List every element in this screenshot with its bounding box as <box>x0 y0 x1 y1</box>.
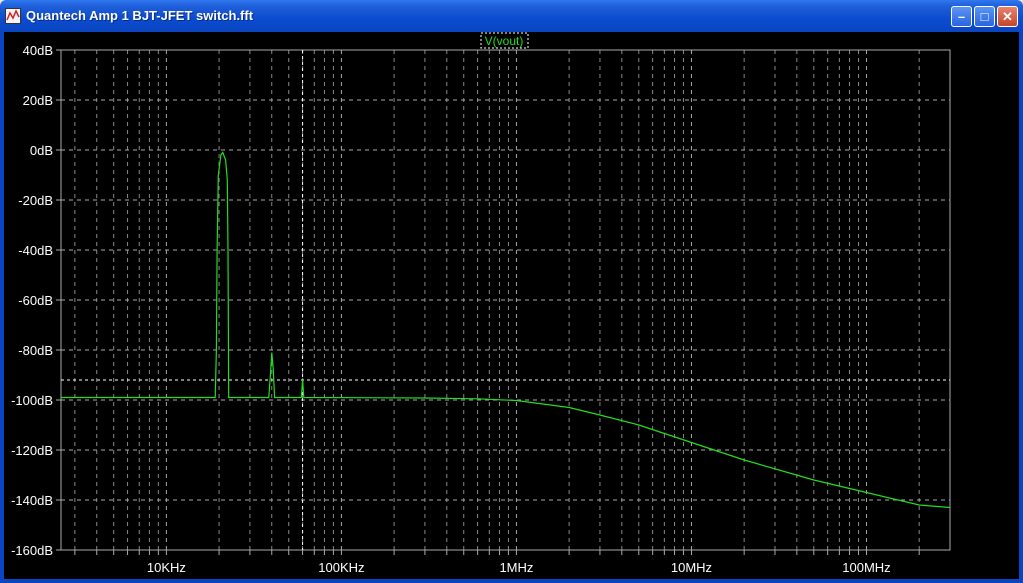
legend[interactable]: V(vout) <box>480 32 529 49</box>
x-tick-label: 10MHz <box>671 560 712 575</box>
y-tick-label: -140dB <box>11 493 53 508</box>
x-tick-label: 100KHz <box>318 560 364 575</box>
y-tick-label: 40dB <box>23 43 53 58</box>
y-tick-label: 20dB <box>23 93 53 108</box>
y-tick-label: -20dB <box>18 193 53 208</box>
x-tick-label: 10KHz <box>147 560 186 575</box>
fft-chart[interactable]: 40dB 20dB 0dB -20dB -40dB -60dB -80dB -100dB -12… <box>0 0 1023 583</box>
y-tick-label: -120dB <box>11 443 53 458</box>
trace-label[interactable]: V(vout) <box>485 34 524 48</box>
x-tick-label: 100MHz <box>842 560 890 575</box>
y-tick-label: -100dB <box>11 393 53 408</box>
y-tick-label: -160dB <box>11 543 53 558</box>
y-tick-label: -60dB <box>18 293 53 308</box>
trace-vout <box>61 151 951 509</box>
tick-labels: 40dB 20dB 0dB -20dB -40dB -60dB -80dB -100dB -12… <box>11 43 891 575</box>
x-tick-label: 1MHz <box>499 560 533 575</box>
grid-lines <box>56 49 951 555</box>
y-tick-label: 0dB <box>30 143 53 158</box>
y-tick-label: -80dB <box>18 343 53 358</box>
y-tick-label: -40dB <box>18 243 53 258</box>
traces <box>61 151 951 509</box>
